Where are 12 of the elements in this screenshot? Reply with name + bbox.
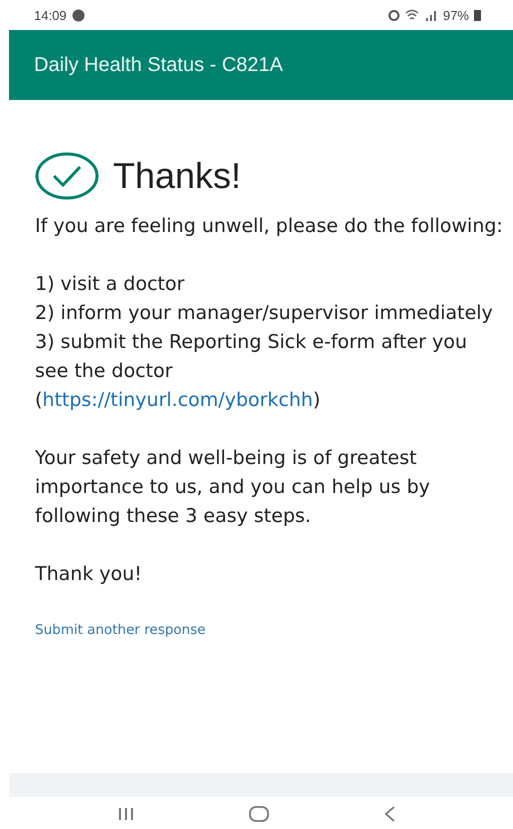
submit-another-link[interactable]: Submit another response — [35, 622, 206, 638]
thanks-heading: Thanks! — [113, 155, 242, 197]
form-link[interactable]: https://tinyurl.com/yborkchh — [42, 389, 313, 411]
message-text: 2) inform your manager/supervisor immediately — [35, 301, 494, 326]
message-text: If you are feeling unwell, please do the following: — [35, 214, 504, 239]
battery-percent: 97% — [442, 8, 469, 22]
form-title: Daily Health Status - C821A — [34, 54, 284, 76]
status-time: 14:09 — [34, 8, 67, 22]
message-text: 3) submit the Reporting Sick e-form after you see the doctor (https://tinyurl.com/yborkchh) — [35, 330, 468, 413]
message-text: Thank you! — [35, 562, 143, 587]
message-text: 1) visit a doctor — [35, 272, 186, 297]
message-text: Your safety and well-being is of greatest importance to us, and you can help us by following these 3 easy steps. — [35, 446, 432, 529]
